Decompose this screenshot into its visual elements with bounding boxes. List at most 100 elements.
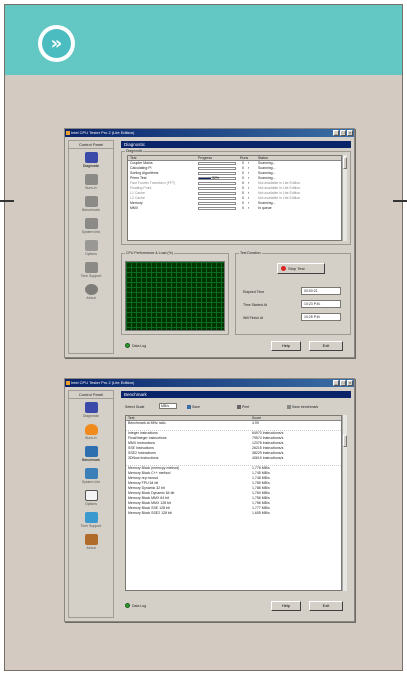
elapsed-field: 00:00:21 xyxy=(301,287,341,295)
sidebar-label: Diagnostic xyxy=(82,414,100,418)
options-icon xyxy=(85,240,98,251)
sidebar-label: Benchmark xyxy=(82,458,100,462)
started-label: Time Started At xyxy=(243,303,267,307)
sidebar-item-burn-in[interactable]: Burn-in xyxy=(69,421,113,443)
app-icon xyxy=(66,381,70,385)
double-chevron-icon: » xyxy=(42,29,71,58)
table-row[interactable]: MMX 0 ▪ In queue xyxy=(128,206,341,211)
gauge-icon xyxy=(85,196,98,207)
sidebar-item-tech-support[interactable]: Tech Support xyxy=(69,259,113,281)
support-icon xyxy=(85,512,98,523)
window-title: Intel CPU Tester Pro 2 (Lite Edition) xyxy=(71,380,135,385)
sidebar-item-options[interactable]: Options xyxy=(69,487,113,509)
sidebar-label: Benchmark xyxy=(82,208,100,212)
sidebar-label: System Info xyxy=(81,230,101,234)
status-dot-icon xyxy=(125,603,130,608)
status-indicator[interactable]: Data Log xyxy=(125,603,146,608)
sidebar-item-options[interactable]: Options xyxy=(69,237,113,259)
sidebar-label: About xyxy=(86,296,96,300)
scale-select[interactable]: MB/s xyxy=(159,403,177,409)
sidebar-item-system-info[interactable]: System Info xyxy=(69,465,113,487)
diagnostic-scrollbar[interactable] xyxy=(342,155,347,241)
crop-mark-right xyxy=(393,200,407,202)
sidebar-item-about[interactable]: About xyxy=(69,531,113,553)
save-icon xyxy=(187,405,191,410)
status-text: In queue xyxy=(258,206,272,210)
sidebar-item-benchmark[interactable]: Benchmark xyxy=(69,193,113,215)
minimize-button[interactable]: _ xyxy=(333,130,339,136)
window-title: Intel CPU Tester Pro 2 (Lite Edition) xyxy=(71,130,135,135)
save-label: Save xyxy=(191,405,200,409)
benchmark-scrollbar[interactable] xyxy=(342,415,347,591)
close-button[interactable]: × xyxy=(347,130,353,136)
progress-bar xyxy=(198,167,236,170)
progress-bar xyxy=(198,202,236,205)
sidebar-item-system-info[interactable]: System Info xyxy=(69,215,113,237)
exit-button[interactable]: Exit xyxy=(309,601,343,611)
sidebar-item-diagnostic[interactable]: Diagnostic xyxy=(69,149,113,171)
status-indicator[interactable]: Data Log xyxy=(125,343,146,348)
print-icon xyxy=(237,405,241,410)
cube-icon xyxy=(85,534,98,545)
computer-icon xyxy=(85,468,98,479)
scroll-thumb[interactable] xyxy=(343,435,347,447)
score-value: 1,605 MB/s xyxy=(252,511,270,515)
control-panel-title: Control Panel xyxy=(69,391,113,399)
sidebar-item-about[interactable]: About xyxy=(69,281,113,303)
control-panel: Control Panel Diagnostic Burn-in Benchma… xyxy=(68,390,114,618)
next-badge: » xyxy=(38,25,75,62)
exit-button[interactable]: Exit xyxy=(309,341,343,351)
sidebar-label: Options xyxy=(84,252,98,256)
scroll-thumb[interactable] xyxy=(343,157,347,169)
support-icon xyxy=(85,262,98,273)
close-button[interactable]: × xyxy=(347,380,353,386)
compare-icon xyxy=(287,405,291,410)
sidebar-label: Diagnostic xyxy=(82,164,100,168)
options-icon xyxy=(85,490,98,501)
sidebar-label: Burn-in xyxy=(85,186,97,190)
scale-label: Select Scale xyxy=(125,405,145,409)
sidebar-item-burn-in[interactable]: Burn-in xyxy=(69,171,113,193)
sidebar-item-diagnostic[interactable]: Diagnostic xyxy=(69,399,113,421)
status-check-icon: ▪ xyxy=(248,206,250,210)
maximize-button[interactable]: □ xyxy=(340,380,346,386)
sidebar-label: System Info xyxy=(81,480,101,484)
gauge-icon xyxy=(85,446,98,457)
progress-bar xyxy=(198,187,236,190)
save-button[interactable]: Save xyxy=(187,405,200,410)
help-button[interactable]: Help xyxy=(271,601,301,611)
save-benchmark-button[interactable]: Save benchmark xyxy=(287,405,318,410)
print-button[interactable]: Print xyxy=(237,405,250,410)
finish-label: Will Finish At xyxy=(243,316,264,320)
teal-header-band: » xyxy=(5,5,402,75)
crop-mark-left xyxy=(0,200,14,202)
progress-bar xyxy=(198,182,236,185)
section-header: Benchmark xyxy=(121,391,351,398)
section-header: Diagnostic xyxy=(121,141,351,148)
table-row[interactable]: Memory Block SSE2 128 bit 1,605 MB/s xyxy=(126,511,341,516)
status-text: Data Log xyxy=(132,343,147,348)
stop-icon xyxy=(281,266,286,271)
control-panel: Control Panel Diagnostic Burn-in Benchma… xyxy=(68,140,114,354)
sidebar-item-benchmark[interactable]: Benchmark xyxy=(69,443,113,465)
sidebar-label: Tech Support xyxy=(80,274,102,278)
benchmark-table: Test Score Benchmark at MHz ratio 4.99 Int… xyxy=(125,415,342,591)
maximize-button[interactable]: □ xyxy=(340,130,346,136)
duration-label: Test Duration xyxy=(239,251,262,255)
status-dot-icon xyxy=(125,343,130,348)
cpu-load-graph xyxy=(125,261,225,331)
print-label: Print xyxy=(241,405,250,409)
sidebar-label: Options xyxy=(84,502,98,506)
sidebar-label: Tech Support xyxy=(80,524,102,528)
help-button[interactable]: Help xyxy=(271,341,301,351)
progress-bar xyxy=(198,162,236,165)
progress-bar xyxy=(198,192,236,195)
test-name: Memory Block SSE2 128 bit xyxy=(128,511,172,515)
minimize-button[interactable]: _ xyxy=(333,380,339,386)
started-field: 10:23 P.M. xyxy=(301,300,341,308)
control-panel-title: Control Panel xyxy=(69,141,113,149)
stop-test-button[interactable]: Stop Test xyxy=(277,263,325,274)
sidebar-item-tech-support[interactable]: Tech Support xyxy=(69,509,113,531)
window-titlebar: Intel CPU Tester Pro 2 (Lite Edition) _ … xyxy=(65,379,354,387)
computer-icon xyxy=(85,218,98,229)
